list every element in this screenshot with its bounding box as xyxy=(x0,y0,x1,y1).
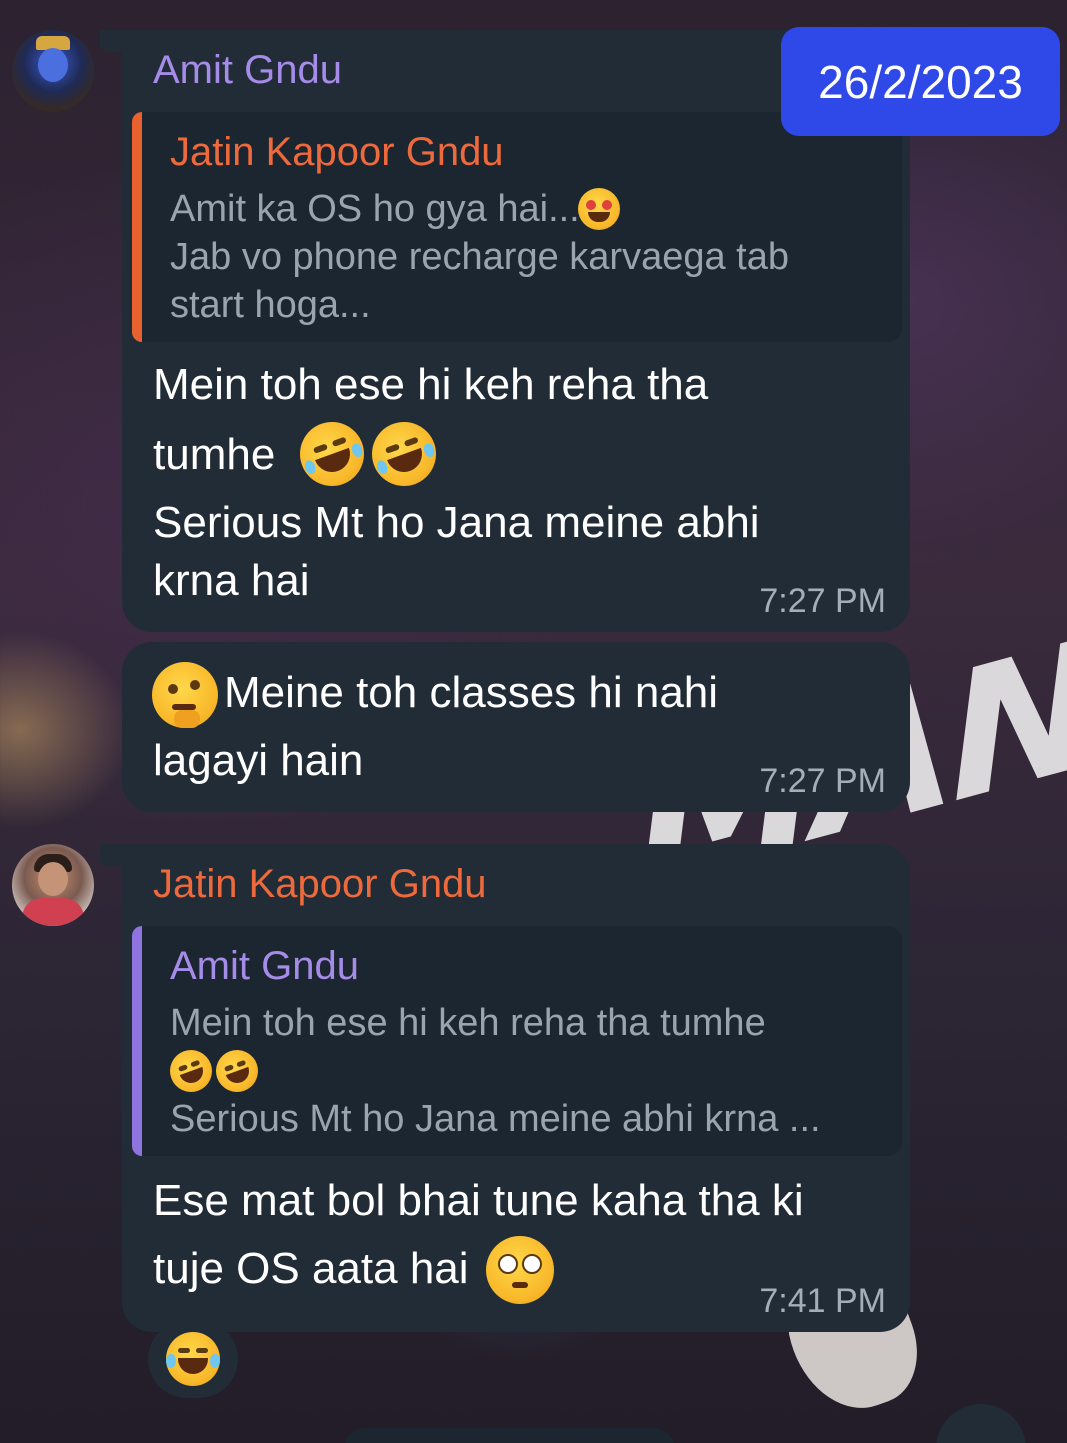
message-line-1: Meine toh classes hi nahi xyxy=(224,668,719,717)
avatar-face xyxy=(38,48,68,82)
bubble-tail xyxy=(100,844,124,866)
message-time: 7:27 PM xyxy=(759,582,886,620)
avatar-amit[interactable] xyxy=(12,30,94,112)
avatar-jatin[interactable] xyxy=(12,844,94,926)
message-line-4: krna hai xyxy=(153,556,310,605)
reply-line-2: Jab vo phone recharge karvaega tab xyxy=(170,236,789,278)
avatar-shirt xyxy=(22,898,84,926)
reply-quote[interactable]: Jatin Kapoor Gndu Amit ka OS ho gya hai.… xyxy=(132,112,902,342)
sender-name[interactable]: Jatin Kapoor Gndu xyxy=(153,862,487,907)
reply-line-1: Mein toh ese hi keh reha tha tumhe xyxy=(170,1002,766,1044)
rolling-laughing-emoji xyxy=(362,412,446,496)
message-line-2: tumhe xyxy=(153,430,276,479)
joy-emoji xyxy=(166,1332,220,1386)
message-time: 7:41 PM xyxy=(759,1282,886,1320)
message-line-2: tuje OS aata hai xyxy=(153,1244,469,1293)
flushed-face-emoji xyxy=(486,1236,554,1304)
thinking-face-emoji xyxy=(152,662,218,728)
message-line-1: Mein toh ese hi keh reha tha xyxy=(153,360,709,409)
date-chip: 26/2/2023 xyxy=(781,27,1060,136)
reply-line-3: Serious Mt ho Jana meine abhi krna ... xyxy=(170,1098,821,1140)
reply-line-1: Amit ka OS ho gya hai... xyxy=(170,188,580,230)
avatar-face xyxy=(38,862,68,896)
reply-line-3: start hoga... xyxy=(170,284,371,326)
message-line-1: Ese mat bol bhai tune kaha tha ki xyxy=(153,1176,804,1225)
reply-quote[interactable]: Amit Gndu Mein toh ese hi keh reha tha t… xyxy=(132,926,902,1156)
bubble-tail xyxy=(100,30,124,52)
message-line-2: lagayi hain xyxy=(153,736,364,785)
message-bubble-2[interactable]: Meine toh classes hi nahi lagayi hain 7:… xyxy=(122,642,910,812)
scroll-down-button[interactable] xyxy=(936,1404,1026,1443)
reply-sender-name: Amit Gndu xyxy=(170,944,359,988)
sender-name[interactable]: Amit Gndu xyxy=(153,48,342,93)
star-struck-emoji xyxy=(578,188,620,230)
message-bubble-3[interactable]: Jatin Kapoor Gndu Amit Gndu Mein toh ese… xyxy=(122,844,910,1332)
message-line-3: Serious Mt ho Jana meine abhi xyxy=(153,498,760,547)
rolling-laughing-emoji xyxy=(210,1044,264,1098)
bottom-pill xyxy=(344,1428,674,1443)
reaction-chip[interactable] xyxy=(148,1320,238,1398)
reply-bar xyxy=(132,112,142,342)
message-time: 7:27 PM xyxy=(759,762,886,800)
reply-bar xyxy=(132,926,142,1156)
rolling-laughing-emoji xyxy=(164,1044,218,1098)
reply-sender-name: Jatin Kapoor Gndu xyxy=(170,130,504,174)
rolling-laughing-emoji xyxy=(290,412,374,496)
